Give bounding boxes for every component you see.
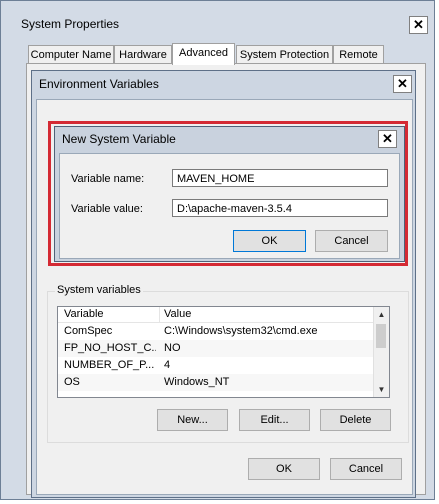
system-properties-close-icon[interactable]: ✕ bbox=[409, 16, 428, 34]
row-value: Windows_NT bbox=[164, 376, 230, 388]
highlight-frame bbox=[48, 121, 408, 266]
system-variables-title: System variables bbox=[55, 284, 143, 296]
list-header: Variable Value bbox=[58, 307, 376, 323]
list-scrollbar[interactable]: ▲ ▼ bbox=[373, 307, 389, 397]
environment-variables-close-icon[interactable]: ✕ bbox=[393, 75, 412, 93]
row-value: NO bbox=[164, 342, 181, 354]
tab-hardware[interactable]: Hardware bbox=[114, 45, 172, 64]
column-divider[interactable] bbox=[159, 307, 160, 322]
row-value: C:\Windows\system32\cmd.exe bbox=[164, 325, 318, 337]
tab-computer-name[interactable]: Computer Name bbox=[28, 45, 114, 64]
scroll-thumb[interactable] bbox=[376, 324, 386, 348]
environment-variables-title: Environment Variables bbox=[39, 77, 159, 91]
row-variable: OS bbox=[64, 376, 80, 388]
tab-system-protection[interactable]: System Protection bbox=[236, 45, 333, 64]
system-variables-list[interactable]: Variable Value ComSpec C:\Windows\system… bbox=[57, 306, 390, 398]
tab-advanced[interactable]: Advanced bbox=[172, 43, 235, 65]
table-row[interactable]: ComSpec C:\Windows\system32\cmd.exe bbox=[58, 323, 376, 340]
edit-variable-button[interactable]: Edit... bbox=[239, 409, 310, 431]
row-variable: NUMBER_OF_P... bbox=[64, 359, 155, 371]
scroll-down-icon[interactable]: ▼ bbox=[374, 382, 389, 397]
column-value[interactable]: Value bbox=[164, 308, 191, 320]
scroll-up-icon[interactable]: ▲ bbox=[374, 307, 389, 322]
tab-remote[interactable]: Remote bbox=[333, 45, 384, 64]
row-variable: ComSpec bbox=[64, 325, 113, 337]
env-ok-button[interactable]: OK bbox=[248, 458, 320, 480]
table-row[interactable]: OS Windows_NT bbox=[58, 374, 376, 391]
env-cancel-button[interactable]: Cancel bbox=[330, 458, 402, 480]
system-properties-title: System Properties bbox=[21, 17, 120, 31]
row-value: 4 bbox=[164, 359, 171, 371]
row-variable: FP_NO_HOST_C... bbox=[64, 342, 156, 354]
table-row[interactable]: NUMBER_OF_P... 4 bbox=[58, 357, 376, 374]
new-variable-button[interactable]: New... bbox=[157, 409, 228, 431]
table-row[interactable]: FP_NO_HOST_C... NO bbox=[58, 340, 376, 357]
column-variable[interactable]: Variable bbox=[64, 308, 104, 320]
delete-variable-button[interactable]: Delete bbox=[320, 409, 391, 431]
